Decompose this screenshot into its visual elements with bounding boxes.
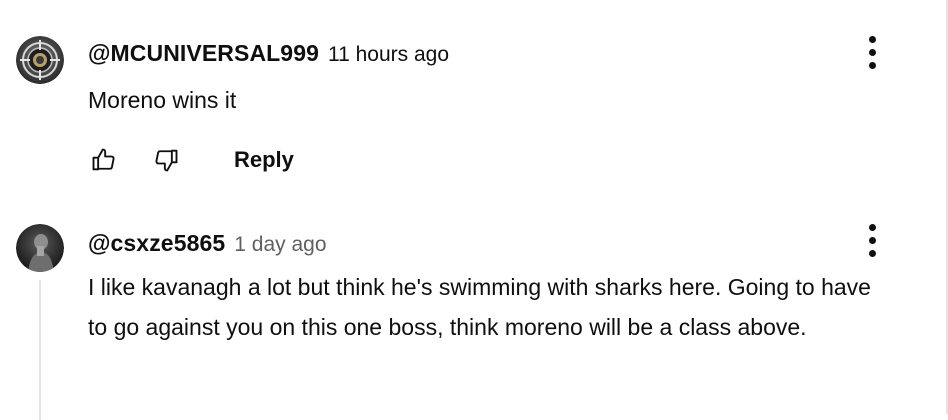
comment-timestamp[interactable]: 11 hours ago	[328, 43, 449, 67]
author-name[interactable]: @csxze5865	[88, 230, 225, 257]
more-vert-icon	[868, 223, 876, 231]
reply-thread-line	[39, 280, 41, 420]
comment-actions: Reply	[88, 140, 294, 180]
comment-thread: @MCUNIVERSAL999 11 hours ago Moreno wins…	[0, 0, 940, 200]
more-actions-button[interactable]	[856, 220, 888, 260]
crosshair-logo-icon	[16, 36, 64, 84]
dislike-button[interactable]	[150, 144, 182, 176]
user-photo-icon	[16, 224, 64, 272]
thumbs-up-icon	[92, 148, 115, 171]
comment-text: Moreno wins it	[88, 87, 237, 113]
more-vert-icon	[868, 35, 876, 43]
comment-thread: @csxze5865 1 day ago I like kavanagh a l…	[0, 200, 940, 420]
more-actions-button[interactable]	[856, 32, 888, 72]
comment-timestamp[interactable]: 1 day ago	[234, 233, 326, 257]
author-name[interactable]: @MCUNIVERSAL999	[88, 40, 319, 67]
reply-button[interactable]: Reply	[234, 147, 294, 173]
comment-text: I like kavanagh a lot but think he's swi…	[88, 274, 871, 340]
comment-header: @MCUNIVERSAL999 11 hours ago	[88, 40, 449, 67]
like-button[interactable]	[88, 144, 120, 176]
comment-header: @csxze5865 1 day ago	[88, 230, 327, 257]
thumbs-down-icon	[155, 149, 178, 172]
avatar[interactable]	[16, 224, 64, 272]
avatar[interactable]	[16, 36, 64, 84]
